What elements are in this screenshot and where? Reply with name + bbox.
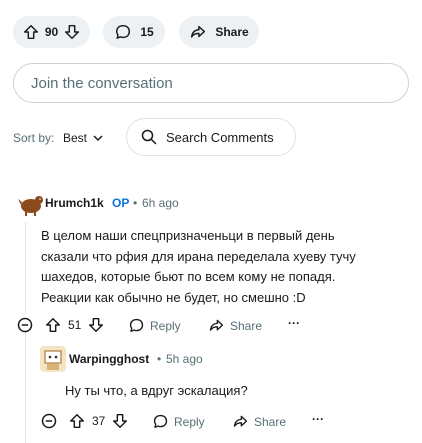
- share-icon: [232, 413, 249, 430]
- comment-author[interactable]: Warpingghost: [69, 352, 149, 366]
- share-icon: [208, 317, 225, 334]
- share-label: Share: [254, 414, 287, 429]
- comment-icon: [114, 23, 132, 41]
- share-label: Share: [230, 318, 263, 333]
- sort-dropdown[interactable]: Best: [63, 131, 103, 145]
- collapse-button[interactable]: [41, 413, 57, 429]
- join-conversation-input[interactable]: Join the conversation: [13, 63, 409, 103]
- collapse-icon: [41, 413, 57, 429]
- meta-separator: •: [157, 352, 162, 366]
- share-button[interactable]: Share: [232, 413, 286, 430]
- sort-value: Best: [63, 131, 88, 145]
- avatar[interactable]: [39, 345, 67, 373]
- op-badge: OP: [112, 196, 130, 210]
- more-options-icon[interactable]: ···: [312, 412, 324, 426]
- join-placeholder: Join the conversation: [31, 74, 173, 92]
- downvote-icon[interactable]: [111, 412, 129, 430]
- reply-label: Reply: [174, 414, 205, 429]
- search-icon: [141, 129, 157, 145]
- collapse-button[interactable]: [17, 317, 33, 333]
- comment-icon: [152, 413, 169, 430]
- comment-vote: 51: [44, 316, 105, 334]
- reply-label: Reply: [150, 318, 181, 333]
- share-label: Share: [215, 25, 249, 39]
- comment-vote: 37: [68, 412, 129, 430]
- comment-icon: [128, 317, 145, 334]
- comment-body: Ну ты что, а вдруг эскалация?: [65, 383, 248, 398]
- post-vote-count: 90: [44, 25, 59, 39]
- avatar[interactable]: [15, 192, 45, 216]
- upvote-icon[interactable]: [44, 316, 62, 334]
- comment-timestamp: 5h ago: [166, 352, 203, 366]
- chevron-down-icon: [93, 134, 103, 142]
- share-button[interactable]: Share: [208, 317, 262, 334]
- search-comments-label: Search Comments: [166, 129, 274, 145]
- thread-line-branch: [25, 332, 26, 443]
- search-comments-button[interactable]: Search Comments: [126, 118, 296, 156]
- reply-button[interactable]: Reply: [152, 413, 205, 430]
- downvote-icon[interactable]: [63, 23, 81, 41]
- comment-author[interactable]: Hrumch1k: [45, 196, 104, 210]
- comments-button[interactable]: 15: [103, 16, 165, 48]
- post-comment-count: 15: [140, 25, 154, 39]
- meta-separator: •: [133, 196, 138, 210]
- comment-timestamp: 6h ago: [142, 196, 179, 210]
- vote-pill: 90: [13, 16, 90, 48]
- more-options-icon[interactable]: ···: [288, 316, 300, 330]
- upvote-icon[interactable]: [22, 23, 40, 41]
- comment-vote-count: 51: [68, 318, 82, 332]
- collapse-icon: [17, 317, 33, 333]
- share-icon: [189, 23, 207, 41]
- share-button[interactable]: Share: [179, 16, 259, 48]
- reply-button[interactable]: Reply: [128, 317, 181, 334]
- comment-vote-count: 37: [92, 414, 106, 428]
- thread-line: [25, 222, 26, 314]
- downvote-icon[interactable]: [87, 316, 105, 334]
- sort-by-label: Sort by:: [13, 131, 55, 145]
- comment-body: В целом наши спецпризначеньци в первый д…: [41, 228, 356, 305]
- upvote-icon[interactable]: [68, 412, 86, 430]
